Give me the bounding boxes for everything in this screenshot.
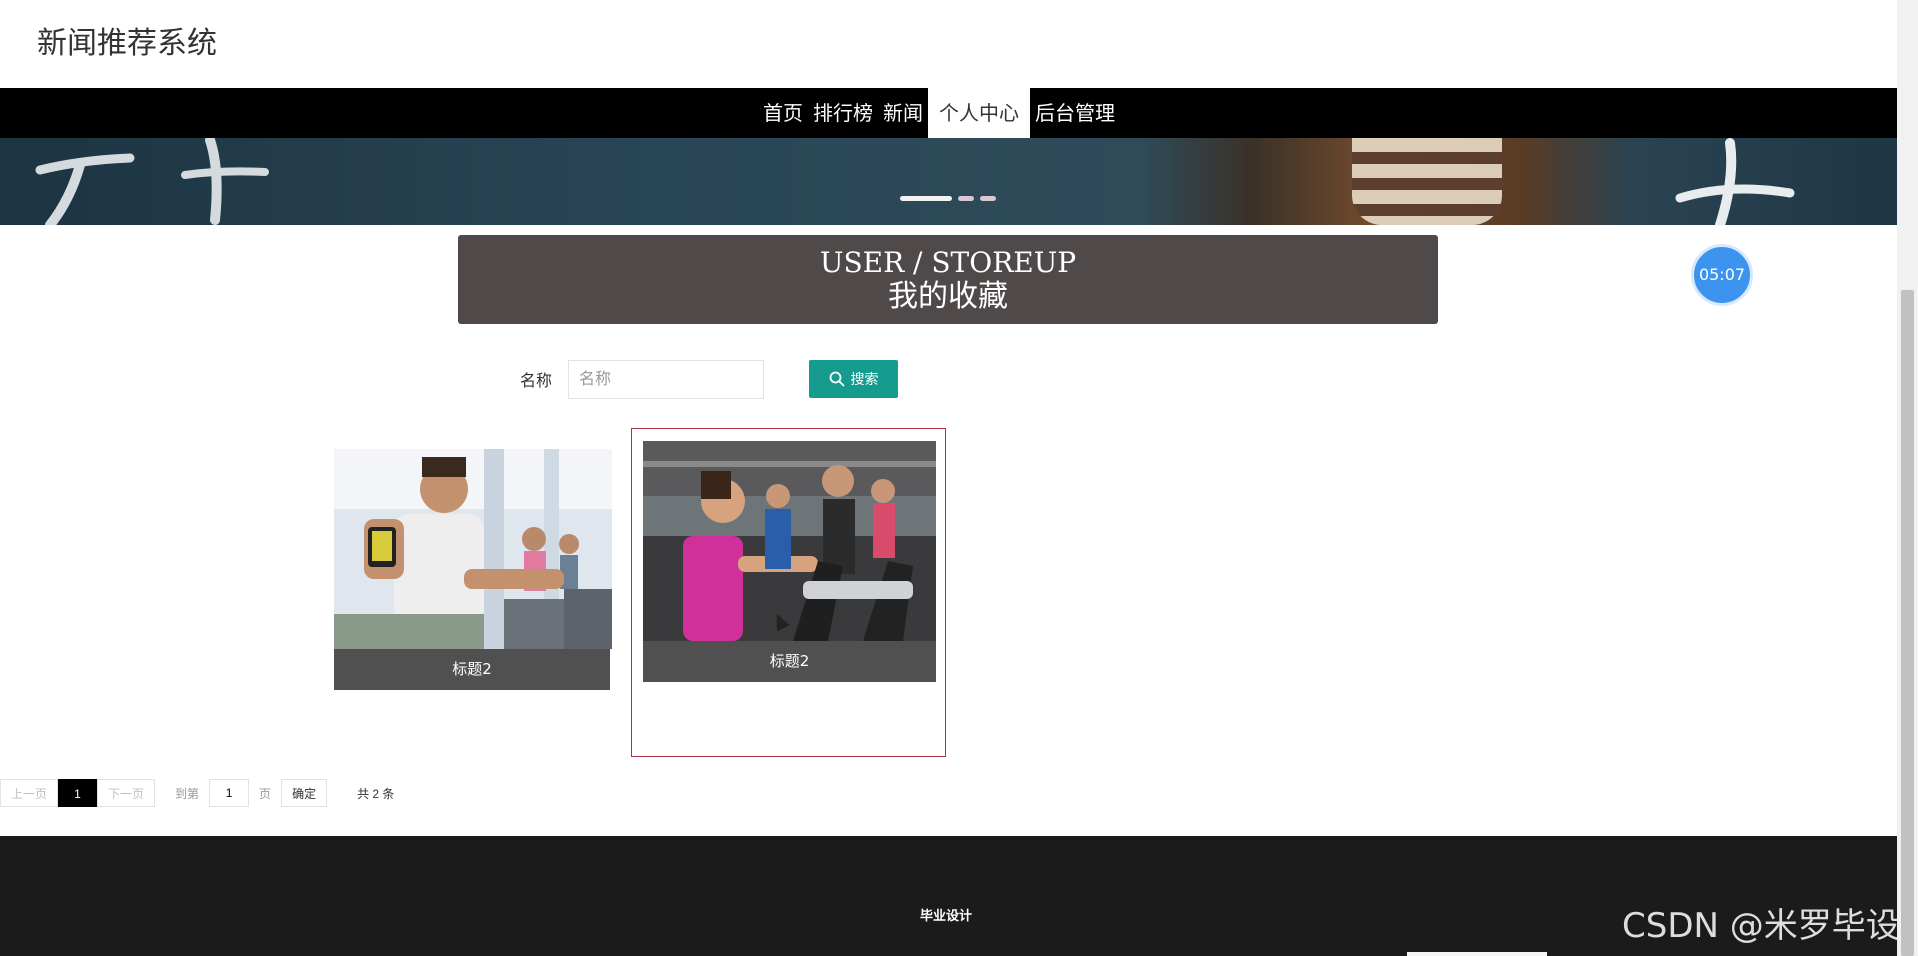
carousel-dot-3[interactable] bbox=[980, 196, 996, 201]
goto-page-input[interactable] bbox=[209, 779, 250, 807]
nav-item-ranking[interactable]: 排行榜 bbox=[808, 88, 878, 138]
section-title-en: USER / STOREUP bbox=[819, 246, 1077, 279]
banner-brush-art-right bbox=[1660, 138, 1810, 225]
brush-stroke-icon bbox=[35, 138, 269, 225]
man-on-exercise-bike-icon bbox=[334, 449, 612, 649]
banner-brush-art bbox=[20, 138, 280, 225]
footer-element bbox=[1407, 952, 1547, 956]
search-button[interactable]: 搜索 bbox=[809, 360, 898, 398]
brush-stroke-icon bbox=[1675, 138, 1795, 225]
card-title[interactable]: 标题2 bbox=[643, 641, 936, 682]
scrollbar[interactable] bbox=[1897, 0, 1918, 956]
scrollbar-thumb[interactable] bbox=[1901, 290, 1914, 956]
carousel-dot-2[interactable] bbox=[958, 196, 974, 201]
carousel-dot-1[interactable] bbox=[900, 196, 952, 201]
favorite-card[interactable]: 标题2 bbox=[334, 449, 612, 691]
card-title[interactable]: 标题2 bbox=[334, 649, 610, 690]
favorite-card[interactable]: 标题2 bbox=[631, 428, 946, 757]
search-input[interactable] bbox=[568, 360, 764, 399]
nav-item-news[interactable]: 新闻 bbox=[878, 88, 928, 138]
nav-item-personal-center[interactable]: 个人中心 bbox=[928, 88, 1030, 138]
clock-badge[interactable]: 05:07 bbox=[1691, 244, 1753, 306]
search-label: 名称 bbox=[520, 371, 553, 390]
section-title-cn: 我的收藏 bbox=[888, 279, 1008, 314]
page: 新闻推荐系统 首页 排行榜 新闻 个人中心 后台管理 USER / STOREU… bbox=[0, 0, 1897, 956]
banner-figure bbox=[1352, 138, 1502, 225]
site-title: 新闻推荐系统 bbox=[37, 26, 217, 61]
prev-page-button[interactable]: 上一页 bbox=[0, 779, 59, 807]
footer bbox=[0, 836, 1897, 956]
carousel-indicators bbox=[900, 196, 996, 201]
next-page-button[interactable]: 下一页 bbox=[97, 779, 156, 807]
nav-item-home[interactable]: 首页 bbox=[758, 88, 808, 138]
nav-item-admin[interactable]: 后台管理 bbox=[1030, 88, 1120, 138]
watermark: CSDN @米罗毕设 bbox=[1622, 906, 1900, 946]
current-page[interactable]: 1 bbox=[58, 779, 98, 807]
goto-prefix: 到第 bbox=[175, 786, 200, 801]
total-count: 共 2 条 bbox=[357, 786, 395, 801]
pagination: 上一页 1 下一页 到第 页 确定 共 2 条 bbox=[0, 779, 394, 807]
search-button-label: 搜索 bbox=[850, 371, 879, 387]
section-header: USER / STOREUP 我的收藏 bbox=[458, 235, 1438, 324]
footer-text: 毕业设计 bbox=[920, 909, 973, 924]
woman-on-elliptical-icon bbox=[643, 441, 936, 641]
goto-confirm-button[interactable]: 确定 bbox=[281, 779, 328, 807]
main-nav: 首页 排行榜 新闻 个人中心 后台管理 bbox=[0, 88, 1897, 138]
banner-carousel[interactable] bbox=[0, 138, 1897, 225]
goto-suffix: 页 bbox=[259, 786, 272, 801]
search-icon bbox=[829, 371, 844, 387]
